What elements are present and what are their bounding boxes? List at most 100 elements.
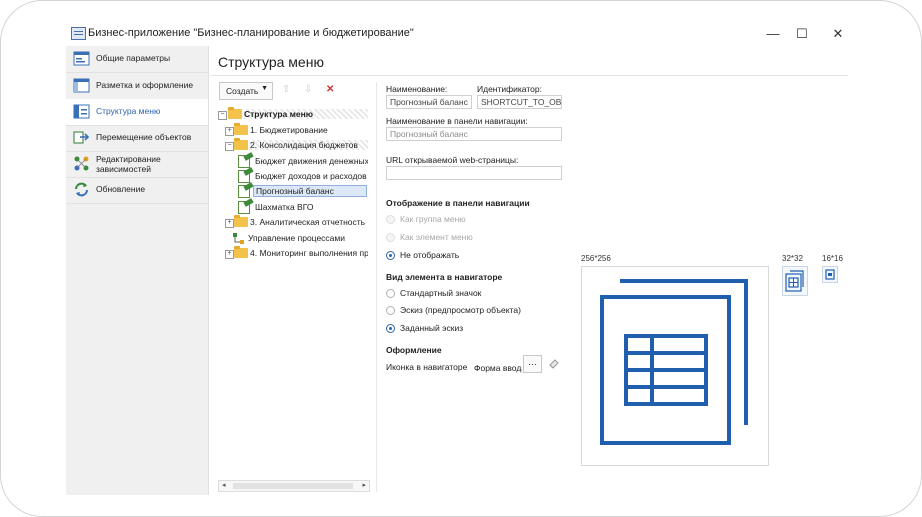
window-title: Бизнес-приложение "Бизнес-планирование и… (88, 27, 414, 39)
sidebar-item-menu-structure[interactable]: Структура меню (66, 99, 208, 126)
refresh-icon (75, 182, 88, 197)
sidebar-item-label: Редактирование зависимостей (96, 154, 161, 174)
process-icon (233, 233, 244, 244)
sidebar: Общие параметры Разметка и оформление Ст… (66, 46, 209, 495)
dependencies-icon (74, 156, 89, 171)
eraser-icon[interactable] (548, 358, 559, 369)
radio-label: Заданный эскиз (400, 323, 464, 333)
radio-as-menu-group[interactable] (386, 215, 395, 224)
folder-icon (228, 107, 242, 119)
sidebar-item-label: Структура меню (96, 106, 161, 116)
preview-32 (782, 266, 808, 296)
table-form-icon-32 (785, 270, 804, 292)
tree-item-label: 4. Мониторинг выполнения проц (250, 248, 368, 258)
size-label-256: 256*256 (581, 254, 611, 263)
title-divider (210, 75, 848, 76)
tree-item-label: Прогнозный баланс (253, 185, 367, 197)
radio-preview-thumbnail[interactable] (386, 306, 395, 315)
url-field[interactable] (386, 166, 562, 180)
display-section-title: Отображение в панели навигации (386, 198, 530, 208)
settings-panel-icon (73, 51, 90, 66)
preview-256 (581, 266, 769, 466)
nav-name-field[interactable]: Прогнозный баланс (386, 127, 562, 141)
collapse-toggle-icon[interactable]: − (218, 111, 227, 120)
menu-structure-icon (73, 104, 90, 119)
tree-item-label: 2. Консолидация бюджетов (250, 140, 368, 150)
tree-item-label: 1. Бюджетирование (250, 125, 328, 135)
radio-as-menu-item[interactable] (386, 233, 395, 242)
name-label: Наименование: (386, 84, 448, 94)
page-title: Структура меню (218, 54, 324, 70)
delete-icon[interactable]: ✕ (326, 84, 334, 95)
radio-label: Как группа меню (400, 214, 466, 224)
tree-item-label: Управление процессами (248, 233, 345, 243)
table-form-icon-16 (825, 269, 835, 280)
radio-label: Стандартный значок (400, 288, 482, 298)
tree-horizontal-scrollbar[interactable]: ◂ ▸ (218, 480, 370, 492)
create-label: Создать (226, 86, 259, 96)
size-label-32: 32*32 (782, 254, 803, 263)
name-field[interactable]: Прогнозный баланс (386, 95, 472, 109)
move-objects-icon (73, 131, 90, 144)
id-field[interactable]: SHORTCUT_TO_OBJ9I (477, 95, 562, 109)
report-icon (238, 201, 250, 214)
tree-item-label: Структура меню (244, 109, 368, 119)
scrollbar-thumb[interactable] (233, 483, 353, 489)
sidebar-item-dependencies[interactable]: Редактирование зависимостей (66, 151, 208, 178)
sidebar-item-general[interactable]: Общие параметры (66, 46, 208, 73)
chevron-down-icon: ▼ (261, 85, 268, 92)
expand-toggle-icon[interactable]: + (225, 250, 234, 259)
radio-label: Как элемент меню (400, 232, 473, 242)
move-up-icon[interactable]: ⇧ (282, 84, 290, 95)
report-icon (238, 170, 250, 183)
preview-16 (822, 266, 838, 283)
sidebar-item-label: Общие параметры (96, 53, 171, 63)
minimize-button[interactable]: — (763, 24, 783, 44)
sidebar-item-label: Перемещение объектов (96, 132, 192, 142)
panel-divider (376, 82, 377, 492)
report-icon (238, 155, 250, 168)
tree-item-label: Бюджет доходов и расходов (255, 171, 367, 181)
tree-item-label: Шахматка ВГО (255, 202, 314, 212)
create-dropdown-button[interactable]: Создать ▼ (219, 82, 273, 100)
sidebar-item-refresh[interactable]: Обновление (66, 177, 208, 204)
nav-icon-label: Иконка в навигаторе (386, 362, 468, 372)
radio-custom-thumbnail[interactable] (386, 324, 395, 333)
tree-item-label: 3. Аналитическая отчетность (250, 217, 366, 227)
id-label: Идентификатор: (477, 84, 542, 94)
folder-icon (234, 138, 248, 150)
expand-toggle-icon[interactable]: + (225, 127, 234, 136)
title-bar: Бизнес-приложение "Бизнес-планирование и… (66, 22, 856, 46)
move-down-icon[interactable]: ⇩ (304, 84, 312, 95)
scroll-right-icon[interactable]: ▸ (362, 481, 366, 489)
sidebar-item-label: Обновление (96, 184, 146, 194)
sidebar-item-label: Разметка и оформление (96, 80, 194, 90)
folder-icon (234, 215, 248, 227)
report-icon (238, 185, 250, 198)
close-button[interactable]: ✕ (828, 24, 848, 44)
folder-icon (234, 123, 248, 135)
tree-item-label: Бюджет движения денежных с (255, 156, 368, 166)
browse-icon-button[interactable]: … (523, 355, 542, 373)
radio-do-not-display[interactable] (386, 251, 395, 260)
folder-icon (234, 246, 248, 258)
scroll-left-icon[interactable]: ◂ (222, 481, 226, 489)
url-label: URL открываемой web-страницы: (386, 155, 519, 165)
maximize-button[interactable]: ☐ (792, 24, 812, 44)
collapse-toggle-icon[interactable]: − (225, 142, 234, 151)
sidebar-item-layout[interactable]: Разметка и оформление (66, 73, 208, 100)
radio-standard-icon[interactable] (386, 289, 395, 298)
nav-icon-value: Форма ввода (474, 363, 522, 373)
menu-tree: − Структура меню + 1. Бюджетирование − 2… (218, 106, 368, 476)
table-form-icon (600, 279, 748, 445)
app-icon (71, 27, 86, 40)
expand-toggle-icon[interactable]: + (225, 219, 234, 228)
style-section-title: Оформление (386, 345, 442, 355)
radio-label: Не отображать (400, 250, 460, 260)
tree-item[interactable]: − Структура меню (218, 107, 368, 122)
nav-name-label: Наименование в панели навигации: (386, 116, 528, 126)
sidebar-item-move-objects[interactable]: Перемещение объектов (66, 125, 208, 152)
size-label-16: 16*16 (822, 254, 843, 263)
radio-label: Эскиз (предпросмотр объекта) (400, 305, 521, 315)
tree-item[interactable]: − 2. Консолидация бюджетов (218, 138, 368, 153)
